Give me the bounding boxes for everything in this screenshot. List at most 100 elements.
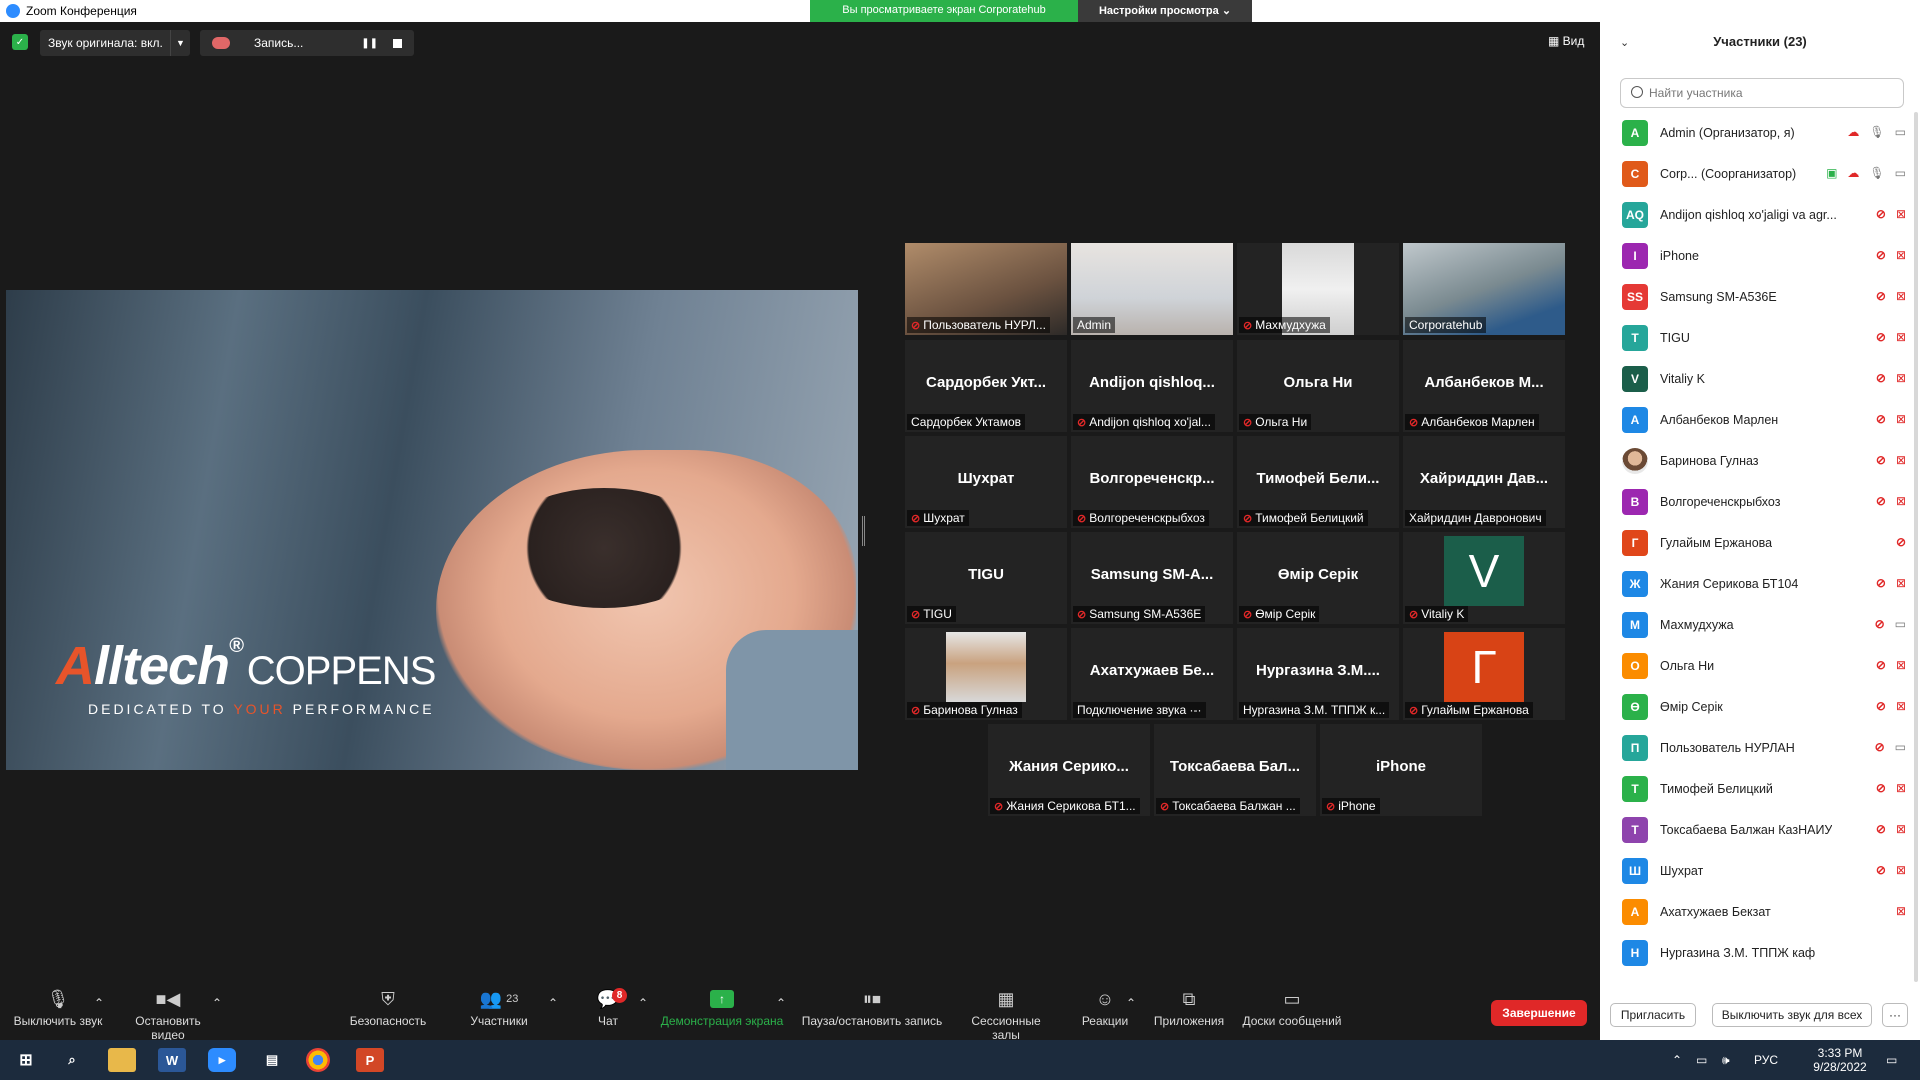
video-tile[interactable]: V ⊘ Vitaliy K <box>1403 532 1565 624</box>
participant-row[interactable]: A Албанбеков Марлен ⊘ ⊠ <box>1600 399 1910 440</box>
invite-button[interactable]: Пригласить <box>1610 1003 1696 1027</box>
windows-start-icon[interactable]: ⊞ <box>12 1048 40 1072</box>
security-shield-icon[interactable]: ✓ <box>12 34 28 50</box>
network-icon[interactable]: ▭ <box>1696 1040 1707 1080</box>
video-tile[interactable]: Г ⊘ Гулайым Ержанова <box>1403 628 1565 720</box>
mute-button[interactable]: 🎙 Выключить звук <box>10 988 106 1029</box>
pause-stop-recording-button[interactable]: ⏸⏹ Пауза/остановить запись <box>800 988 944 1029</box>
video-tile[interactable]: Жания Серико... ⊘ Жания Серикова БТ1... <box>988 724 1150 816</box>
video-tile[interactable]: Corporatehub <box>1403 243 1565 335</box>
video-tile[interactable]: ⊘ Пользователь НУРЛ... <box>905 243 1067 335</box>
participant-row[interactable]: Ж Жания Серикова БТ104 ⊘ ⊠ <box>1600 563 1910 604</box>
participant-row[interactable]: Н Нургазина З.М. ТППЖ каф <box>1600 932 1910 973</box>
stop-video-button[interactable]: ■◀ Остановить видео <box>118 988 218 1043</box>
breakout-rooms-button[interactable]: ▦ Сессионные залы <box>956 988 1056 1043</box>
participant-row[interactable]: SS Samsung SM-A536E ⊘ ⊠ <box>1600 276 1910 317</box>
participant-row[interactable]: V Vitaliy K ⊘ ⊠ <box>1600 358 1910 399</box>
view-button[interactable]: ▦ Вид <box>1548 34 1584 48</box>
participant-row[interactable]: AQ Andijon qishloq xo'jaligi va agr... ⊘ ⊠ <box>1600 194 1910 235</box>
tile-name-text: Махмудхужа <box>1255 318 1326 332</box>
microphone-icon: 🎙 <box>1869 166 1885 180</box>
apps-button[interactable]: ⧉ Приложения <box>1152 988 1226 1029</box>
video-tile[interactable]: Нургазина З.М.... Нургазина З.М. ТППЖ к..… <box>1237 628 1399 720</box>
chevron-up-icon[interactable]: ⌃ <box>1126 996 1136 1010</box>
chevron-up-icon[interactable]: ⌃ <box>94 996 104 1010</box>
video-tile[interactable]: Өмір Серік ⊘ Өмір Серік <box>1237 532 1399 624</box>
more-button[interactable]: ··· <box>1882 1003 1908 1027</box>
video-tile[interactable]: Samsung SM-A... ⊘ Samsung SM-A536E <box>1071 532 1233 624</box>
notifications-icon[interactable]: ▭ <box>1886 1040 1897 1080</box>
participant-row[interactable]: Т Токсабаева Балжан КазНАИУ ⊘ ⊠ <box>1600 809 1910 850</box>
speaker-icon[interactable]: 🕪 <box>1722 1040 1730 1080</box>
video-tile[interactable]: Албанбеков М... ⊘ Албанбеков Марлен <box>1403 340 1565 432</box>
video-tile[interactable]: Сардорбек Укт... Сардорбек Уктамов <box>905 340 1067 432</box>
participant-row[interactable]: А Ахатхужаев Бекзат ⊠ <box>1600 891 1910 932</box>
tray-chevron-icon[interactable]: ⌃ <box>1672 1040 1682 1080</box>
participant-search-input[interactable]: Найти участника <box>1620 78 1904 108</box>
participant-row[interactable]: Ө Өмір Серік ⊘ ⊠ <box>1600 686 1910 727</box>
participant-row[interactable]: Т Тимофей Белицкий ⊘ ⊠ <box>1600 768 1910 809</box>
video-tile[interactable]: TIGU ⊘ TIGU <box>905 532 1067 624</box>
participant-row[interactable]: T TIGU ⊘ ⊠ <box>1600 317 1910 358</box>
original-sound-button[interactable]: Звук оригинала: вкл. ▼ <box>40 30 190 56</box>
video-tile[interactable]: Admin <box>1071 243 1233 335</box>
video-tile[interactable]: Волгореченскр... ⊘ Волгореченскрыбхоз <box>1071 436 1233 528</box>
video-off-icon: ⊠ <box>1895 330 1906 344</box>
participant-avatar: A <box>1622 406 1648 433</box>
participant-name: Ольга Ни <box>1660 658 1715 673</box>
splitter-handle[interactable] <box>862 516 865 546</box>
participant-avatar: Н <box>1622 939 1648 966</box>
chevron-down-icon[interactable]: ▼ <box>170 30 190 56</box>
chevron-up-icon[interactable]: ⌃ <box>776 996 786 1010</box>
participant-row[interactable]: Ш Шухрат ⊘ ⊠ <box>1600 850 1910 891</box>
participant-avatar: SS <box>1622 283 1648 310</box>
file-explorer-icon[interactable] <box>108 1048 136 1072</box>
video-tile[interactable]: ⊘ Махмудхужа <box>1237 243 1399 335</box>
chevron-up-icon[interactable]: ⌃ <box>548 996 558 1010</box>
media-player-icon[interactable]: ▤ <box>258 1048 286 1072</box>
powerpoint-icon[interactable]: P <box>356 1048 384 1072</box>
video-tile[interactable]: ⊘ Баринова Гулназ <box>905 628 1067 720</box>
tile-name-label: ⊘ Албанбеков Марлен <box>1405 414 1539 430</box>
clock-time: 3:33 PM <box>1817 1046 1863 1060</box>
video-tile[interactable]: Andijon qishloq... ⊘ Andijon qishloq xo'ja… <box>1071 340 1233 432</box>
security-button[interactable]: ⛨ Безопасность <box>346 988 430 1029</box>
participant-row[interactable]: О Ольга Ни ⊘ ⊠ <box>1600 645 1910 686</box>
participants-scrollbar[interactable] <box>1914 112 1918 982</box>
chrome-icon[interactable] <box>306 1048 330 1072</box>
participant-row[interactable]: C Corp... (Соорганизатор) ▣ ☁ 🎙 ▭ <box>1600 153 1910 194</box>
mute-all-button[interactable]: Выключить звук для всех <box>1712 1003 1872 1027</box>
end-meeting-button[interactable]: Завершение <box>1491 1000 1587 1026</box>
whiteboard-button[interactable]: ▭ Доски сообщений <box>1240 988 1344 1029</box>
participant-row[interactable]: A Admin (Организатор, я) ☁ 🎙 ▭ <box>1600 112 1910 153</box>
view-settings-dropdown[interactable]: Настройки просмотра ⌄ <box>1078 0 1252 22</box>
clock[interactable]: 3:33 PM 9/28/2022 <box>1810 1040 1870 1080</box>
video-tile[interactable]: Ольга Ни ⊘ Ольга Ни <box>1237 340 1399 432</box>
share-screen-button[interactable]: ↑ Демонстрация экрана <box>660 988 784 1028</box>
reactions-button[interactable]: ☺ Реакции <box>1080 988 1130 1029</box>
search-icon[interactable]: ⌕ <box>58 1048 86 1072</box>
video-tile[interactable]: Хайриддин Дав... Хайриддин Давронович <box>1403 436 1565 528</box>
chat-unread-badge: 8 <box>612 988 627 1003</box>
participant-row[interactable]: Г Гулайым Ержанова ⊘ <box>1600 522 1910 563</box>
participant-row[interactable]: B Волгореченскрыбхоз ⊘ ⊠ <box>1600 481 1910 522</box>
participant-avatar: Т <box>1622 816 1648 843</box>
language-indicator[interactable]: РУС <box>1754 1040 1778 1080</box>
participant-row[interactable]: П Пользователь НУРЛАН ⊘ ▭ <box>1600 727 1910 768</box>
participant-row[interactable]: IiPhone ⊘ ⊠ <box>1600 235 1910 276</box>
stop-icon[interactable] <box>393 38 402 48</box>
zoom-icon[interactable]: ▸ <box>208 1048 236 1072</box>
video-tile[interactable]: Шухрат ⊘ Шухрат <box>905 436 1067 528</box>
video-tile[interactable]: Ахатхужаев Бе... Подключение звука ·-· <box>1071 628 1233 720</box>
video-tile[interactable]: Тимофей Бели... ⊘ Тимофей Белицкий <box>1237 436 1399 528</box>
chevron-up-icon[interactable]: ⌃ <box>212 996 222 1010</box>
participant-avatar: Г <box>1444 632 1524 702</box>
video-tile[interactable]: iPhone ⊘ iPhone <box>1320 724 1482 816</box>
pause-icon[interactable]: ❚❚ <box>361 38 378 49</box>
word-icon[interactable]: W <box>158 1048 186 1072</box>
participant-row[interactable]: М Махмудхужа ⊘ ▭ <box>1600 604 1910 645</box>
participants-button[interactable]: 👥 23 Участники <box>464 988 534 1029</box>
chevron-up-icon[interactable]: ⌃ <box>638 996 648 1010</box>
participant-row[interactable]: Баринова Гулназ ⊘ ⊠ <box>1600 440 1910 481</box>
video-tile[interactable]: Токсабаева Бал... ⊘ Токсабаева Балжан ... <box>1154 724 1316 816</box>
